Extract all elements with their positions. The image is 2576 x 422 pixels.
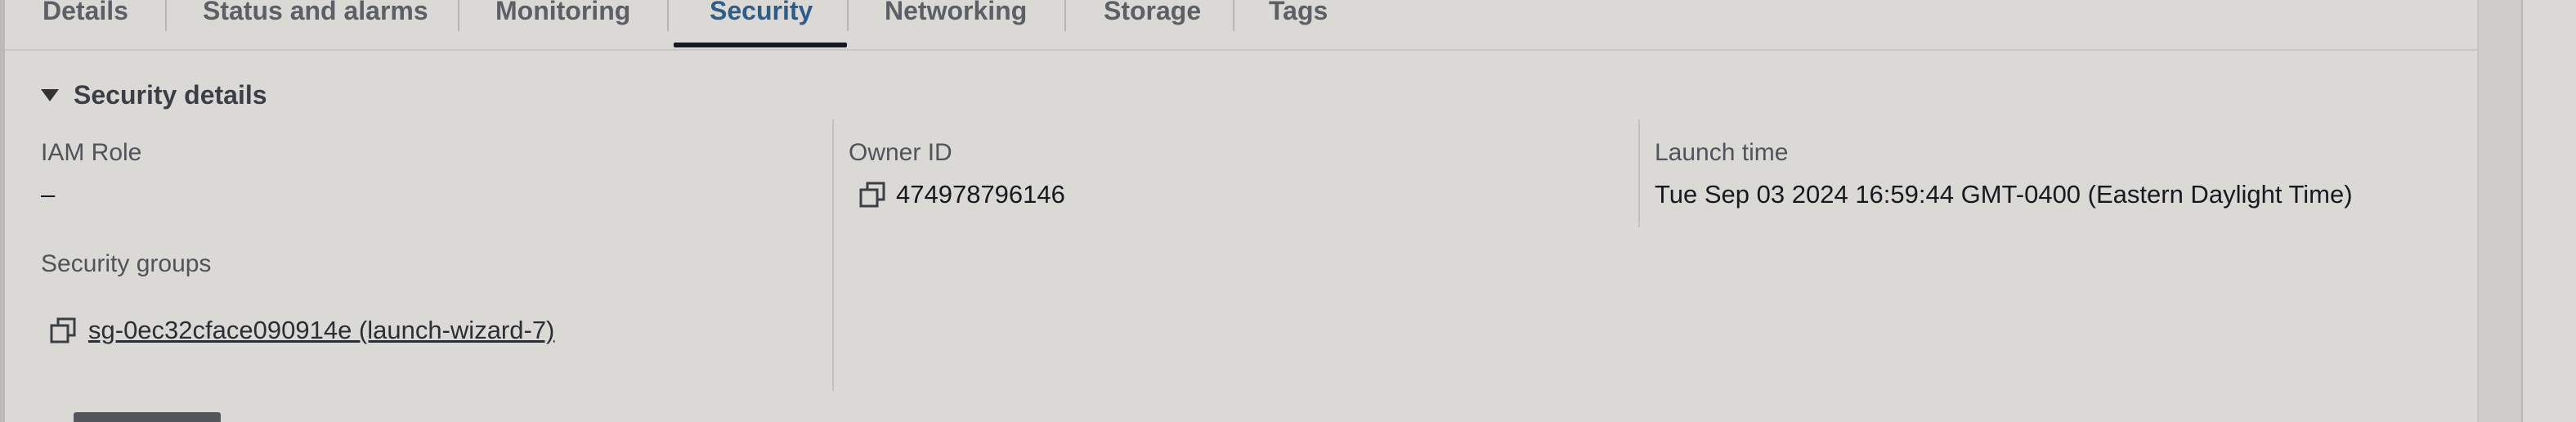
app-window: Details Status and alarms Monitoring Sec… — [0, 0, 2576, 422]
copy-icon[interactable] — [49, 317, 77, 345]
iam-role-label: IAM Role — [41, 139, 142, 166]
tab-details[interactable]: Details — [43, 0, 128, 33]
tab-separator — [847, 0, 849, 31]
column-divider — [1638, 119, 1640, 227]
tab-security[interactable]: Security — [710, 0, 813, 33]
security-details-toggle[interactable]: Security details — [41, 79, 267, 111]
instance-details-panel: Details Status and alarms Monitoring Sec… — [5, 0, 2479, 422]
launch-time-label: Launch time — [1655, 139, 1789, 166]
tab-bar: Details Status and alarms Monitoring Sec… — [5, 0, 2477, 51]
launch-time-value: Tue Sep 03 2024 16:59:44 GMT-0400 (Easte… — [1655, 180, 2353, 209]
tab-monitoring[interactable]: Monitoring — [495, 0, 630, 33]
scrollbar-track[interactable] — [2479, 0, 2523, 422]
security-groups-label: Security groups — [41, 250, 212, 277]
tab-networking[interactable]: Networking — [885, 0, 1027, 33]
copy-icon[interactable] — [858, 182, 886, 209]
tab-separator — [667, 0, 669, 31]
tab-storage[interactable]: Storage — [1104, 0, 1201, 33]
security-group-link[interactable]: sg-0ec32cface090914e (launch-wizard-7) — [88, 316, 554, 345]
tab-separator — [1233, 0, 1234, 31]
column-divider — [832, 119, 834, 391]
active-tab-indicator — [674, 43, 847, 47]
tab-tags[interactable]: Tags — [1269, 0, 1328, 33]
tab-separator — [458, 0, 459, 31]
tab-separator — [1064, 0, 1066, 31]
outer-background — [2523, 0, 2576, 422]
tab-separator — [165, 0, 167, 31]
section-title: Security details — [74, 79, 267, 110]
caret-down-icon — [41, 88, 59, 101]
cropped-heading — [74, 412, 221, 422]
next-section-header-partial — [41, 409, 229, 422]
iam-role-value: – — [41, 180, 56, 209]
owner-id-value: 474978796146 — [896, 180, 1065, 209]
tab-status-and-alarms[interactable]: Status and alarms — [203, 0, 428, 33]
owner-id-label: Owner ID — [849, 139, 952, 166]
